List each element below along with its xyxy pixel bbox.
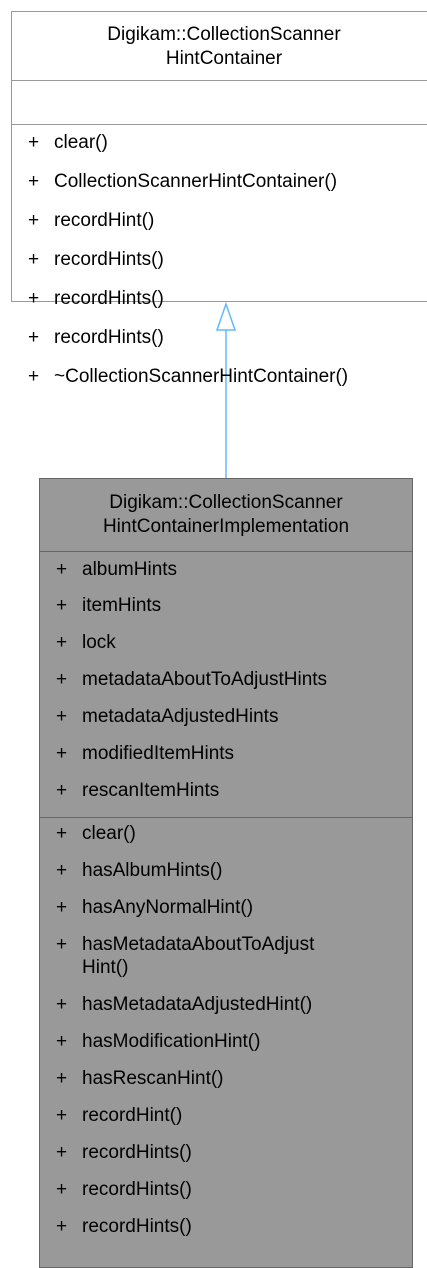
method-name: hasMetadataAboutToAdjust [82, 934, 315, 955]
visibility-public: + [56, 823, 68, 844]
visibility-public: + [56, 632, 68, 653]
visibility-public: + [28, 249, 40, 270]
method-name: CollectionScannerHintContainer() [54, 171, 338, 192]
method-name: hasModificationHint() [82, 1031, 261, 1052]
derived-method-has-modification-hint: + hasModificationHint() [56, 1030, 260, 1053]
derived-attr-item-hints: + itemHints [56, 594, 161, 617]
derived-method-has-metadata-about-to-adjust-hint: + hasMetadataAboutToAdjust Hint() [56, 933, 315, 978]
visibility-public: + [56, 994, 68, 1015]
method-name: recordHints() [54, 288, 164, 309]
visibility-public: + [56, 669, 68, 690]
base-class-title-line-1: Digikam::CollectionScanner [107, 24, 341, 45]
visibility-public: + [56, 1068, 68, 1089]
visibility-public: + [56, 1179, 68, 1200]
method-name: hasAnyNormalHint() [82, 897, 254, 918]
method-name: recordHints() [54, 327, 164, 348]
derived-method-record-hints-3: + recordHints() [56, 1215, 192, 1238]
derived-class-attributes-section: + albumHints + itemHints + lock + metadataAb… [40, 551, 412, 817]
derived-method-has-album-hints: + hasAlbumHints() [56, 859, 222, 882]
attribute-name: itemHints [82, 595, 162, 616]
visibility-public: + [56, 897, 68, 918]
method-name: recordHints() [54, 249, 164, 270]
derived-class-box: Digikam::CollectionScanner HintContainer… [39, 478, 413, 1268]
method-name: recordHints() [82, 1216, 192, 1237]
visibility-public: + [56, 595, 68, 616]
attribute-name: lock [82, 632, 116, 653]
base-class-title-line-2: HintContainer [165, 48, 283, 69]
method-name: ~CollectionScannerHintContainer() [54, 366, 349, 387]
derived-attr-modified-item-hints: + modifiedItemHints [56, 742, 234, 765]
method-name: clear() [54, 132, 108, 153]
visibility-public: + [56, 934, 68, 955]
derived-class-title-section: Digikam::CollectionScanner HintContainer… [40, 479, 412, 551]
base-method-record-hint: + recordHint() [28, 209, 154, 232]
derived-method-has-metadata-adjusted-hint: + hasMetadataAdjustedHint() [56, 993, 312, 1016]
visibility-public: + [28, 210, 40, 231]
visibility-public: + [56, 743, 68, 764]
visibility-public: + [56, 706, 68, 727]
visibility-public: + [56, 780, 68, 801]
derived-method-record-hints-1: + recordHints() [56, 1141, 192, 1164]
derived-method-record-hints-2: + recordHints() [56, 1178, 192, 1201]
base-method-record-hints-2: + recordHints() [28, 287, 164, 310]
base-method-record-hints-3: + recordHints() [28, 326, 164, 349]
derived-attr-lock: + lock [56, 631, 116, 654]
base-class-title-section: Digikam::CollectionScanner HintContainer [12, 12, 427, 80]
method-name: hasMetadataAdjustedHint() [82, 994, 313, 1015]
visibility-public: + [56, 860, 68, 881]
derived-class-methods-section: + clear() + hasAlbumHints() + hasAnyNormalH… [40, 817, 412, 1267]
attribute-name: modifiedItemHints [82, 743, 235, 764]
method-name: recordHint() [54, 210, 155, 231]
visibility-public: + [56, 1031, 68, 1052]
method-name: hasAlbumHints() [82, 860, 223, 881]
derived-attr-metadata-adjusted-hints: + metadataAdjustedHints [56, 705, 278, 728]
method-name: clear() [82, 823, 136, 844]
derived-method-has-rescan-hint: + hasRescanHint() [56, 1067, 224, 1090]
derived-class-title-line-2: HintContainerImplementation [102, 516, 350, 537]
visibility-public: + [56, 1105, 68, 1126]
method-name: recordHints() [82, 1142, 192, 1163]
derived-method-record-hint: + recordHint() [56, 1104, 182, 1127]
visibility-public: + [56, 559, 68, 580]
visibility-public: + [28, 366, 40, 387]
derived-method-clear: + clear() [56, 822, 136, 845]
visibility-public: + [28, 327, 40, 348]
attribute-name: metadataAboutToAdjustHints [82, 669, 328, 690]
method-name: hasRescanHint() [82, 1068, 224, 1089]
base-method-destructor: + ~CollectionScannerHintContainer() [28, 365, 348, 388]
base-class-methods-section: + clear() + CollectionScannerHintContainer… [12, 124, 427, 387]
base-class-attributes-section [12, 80, 427, 124]
attribute-name: rescanItemHints [82, 780, 220, 801]
method-name-continuation: Hint() [82, 957, 129, 978]
base-method-record-hints-1: + recordHints() [28, 248, 164, 271]
base-method-constructor: + CollectionScannerHintContainer() [28, 170, 337, 193]
inheritance-arrowhead [215, 301, 237, 331]
visibility-public: + [56, 1216, 68, 1237]
visibility-public: + [28, 132, 40, 153]
base-class-box: Digikam::CollectionScanner HintContainer… [11, 11, 427, 387]
base-method-clear: + clear() [28, 131, 108, 154]
visibility-public: + [28, 288, 40, 309]
attribute-name: albumHints [82, 559, 178, 580]
derived-attr-metadata-about-to-adjust-hints: + metadataAboutToAdjustHints [56, 668, 327, 691]
derived-method-has-any-normal-hint: + hasAnyNormalHint() [56, 896, 253, 919]
attribute-name: metadataAdjustedHints [82, 706, 279, 727]
derived-attr-rescan-item-hints: + rescanItemHints [56, 779, 219, 802]
visibility-public: + [28, 171, 40, 192]
derived-class-title-line-1: Digikam::CollectionScanner [109, 492, 343, 513]
method-name: recordHint() [82, 1105, 183, 1126]
derived-attr-album-hints: + albumHints [56, 558, 177, 581]
method-name: recordHints() [82, 1179, 192, 1200]
visibility-public: + [56, 1142, 68, 1163]
